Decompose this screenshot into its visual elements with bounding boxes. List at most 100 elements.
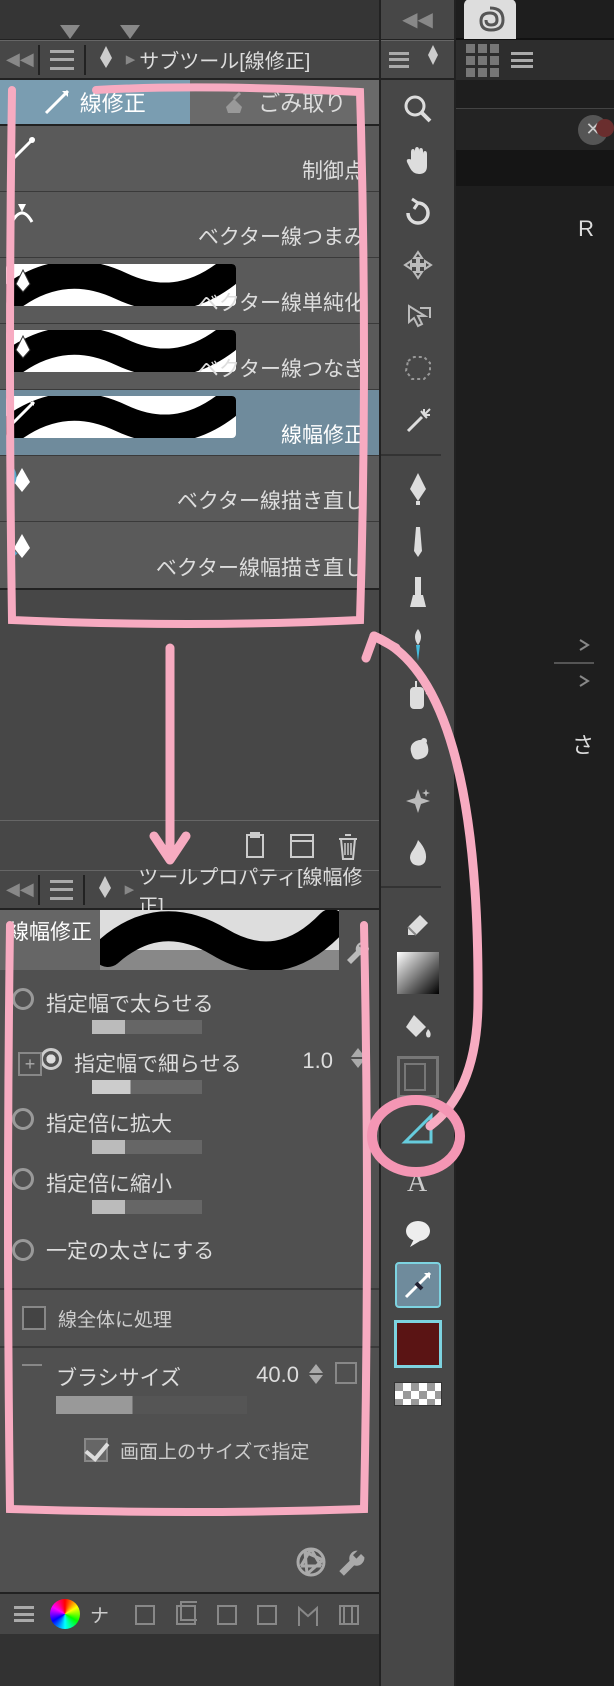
subtool-item-control-point[interactable]: 制御点 xyxy=(0,126,379,192)
specify-on-screen-row[interactable]: 画面上のサイズで指定 xyxy=(12,1428,367,1472)
chevron-right-icon[interactable] xyxy=(577,674,591,688)
panel-menu-icon[interactable] xyxy=(389,52,409,68)
panel-menu-icon[interactable] xyxy=(50,50,74,70)
tool-property-settings-icon[interactable] xyxy=(339,910,379,970)
pen-header-icon xyxy=(425,45,441,75)
text-icon[interactable]: A xyxy=(395,1158,441,1204)
tp-aperture-icon[interactable] xyxy=(293,1544,329,1586)
tp-wrench-icon[interactable] xyxy=(337,1546,369,1584)
brush-size-slider[interactable] xyxy=(56,1396,247,1414)
subtool-panel-title: サブツール[線修正] xyxy=(139,45,310,74)
deco-brush-icon[interactable] xyxy=(395,726,441,772)
option-thin-by-width[interactable]: + 指定幅で細らせる 1.0 xyxy=(12,1046,367,1106)
option-mini-slider[interactable] xyxy=(92,1020,202,1034)
subtool-item-line-width[interactable]: 線幅修正 xyxy=(0,390,379,456)
svg-text:A: A xyxy=(407,1167,428,1197)
panel-menu-icon[interactable] xyxy=(50,880,73,900)
mini-stack3-icon[interactable] xyxy=(216,1600,238,1628)
frame-icon[interactable] xyxy=(395,1054,441,1100)
eraser-tool-icon[interactable] xyxy=(395,898,441,944)
pencil-icon[interactable] xyxy=(395,518,441,564)
move-tool-icon[interactable] xyxy=(395,242,441,288)
sparkle-icon[interactable] xyxy=(395,778,441,824)
radio-icon[interactable] xyxy=(12,1239,34,1261)
checkbox-icon[interactable] xyxy=(22,1306,46,1330)
option-mini-slider[interactable] xyxy=(92,1140,202,1154)
mini-stack1-icon[interactable] xyxy=(134,1600,156,1628)
option-scale-up[interactable]: 指定倍に拡大 xyxy=(12,1106,367,1166)
delete-subtool-icon[interactable] xyxy=(331,829,365,863)
radio-icon[interactable] xyxy=(40,1048,62,1070)
paste-subtool-icon[interactable] xyxy=(239,829,273,863)
vt-collapse[interactable]: ◀◀ xyxy=(381,0,454,40)
radio-icon[interactable] xyxy=(12,1168,34,1190)
list-view-icon[interactable] xyxy=(511,52,533,68)
option-mini-slider[interactable] xyxy=(92,1080,202,1094)
tab-line-correct[interactable]: 線修正 xyxy=(0,80,190,124)
fill-icon[interactable] xyxy=(395,1002,441,1048)
process-whole-line-row[interactable]: 線全体に処理 xyxy=(12,1296,367,1340)
subtool-item-label: ベクター線幅描き直し xyxy=(156,552,365,582)
subtool-item-vector-simplify[interactable]: ベクター線単純化 xyxy=(0,258,379,324)
new-subtool-icon[interactable] xyxy=(285,829,319,863)
brush-icon[interactable] xyxy=(395,570,441,616)
spinner-icon[interactable] xyxy=(309,1364,325,1384)
airbrush-icon[interactable] xyxy=(395,674,441,720)
brush-size-linkbox-icon[interactable] xyxy=(335,1362,357,1384)
transparent-swatch[interactable] xyxy=(394,1382,442,1406)
mini-stack4-icon[interactable] xyxy=(256,1600,278,1628)
checkbox-icon[interactable] xyxy=(84,1438,108,1462)
chevron-right-icon[interactable] xyxy=(577,638,591,652)
foreground-color-swatch[interactable] xyxy=(394,1320,442,1368)
mini-stack6-icon[interactable] xyxy=(338,1600,364,1628)
subtool-item-label: ベクター線つなぎ xyxy=(198,353,365,383)
option-fixed-width[interactable]: 一定の太さにする xyxy=(12,1226,367,1274)
radio-icon[interactable] xyxy=(12,1108,34,1130)
spinner-icon[interactable] xyxy=(351,1048,367,1068)
panel-menu-icon[interactable] xyxy=(14,1606,34,1622)
checkbox-label: 画面上のサイズで指定 xyxy=(120,1437,309,1464)
lasso-icon[interactable] xyxy=(395,346,441,392)
zoom-icon[interactable] xyxy=(395,86,441,132)
record-dot-icon[interactable] xyxy=(596,119,614,137)
collapse-arrows-icon[interactable]: ◀◀ xyxy=(6,49,34,70)
pen-icon[interactable] xyxy=(395,466,441,512)
subtool-item-vector-redraw[interactable]: ベクター線描き直し xyxy=(0,456,379,522)
subtool-item-vector-width-redraw[interactable]: ベクター線幅描き直し xyxy=(0,522,379,588)
tool-category-icon[interactable] xyxy=(96,46,116,74)
rotate-icon[interactable] xyxy=(395,190,441,236)
balloon-icon[interactable] xyxy=(395,1210,441,1256)
color-wheel-icon[interactable] xyxy=(50,1599,80,1629)
gradient-icon[interactable] xyxy=(395,950,441,996)
width-value[interactable]: 1.0 xyxy=(302,1048,333,1074)
tab-label: 線修正 xyxy=(80,86,146,118)
collapse-arrows-icon[interactable]: ◀◀ xyxy=(6,879,34,900)
mini-stack2-icon[interactable] xyxy=(175,1600,197,1628)
option-mini-slider[interactable] xyxy=(92,1200,202,1214)
thumbnail-grid-icon[interactable] xyxy=(466,44,499,77)
expand-icon[interactable]: + xyxy=(18,1052,42,1076)
tab-dust-removal[interactable]: ごみ取り xyxy=(190,80,380,124)
option-thicken-by-width[interactable]: 指定幅で太らせる xyxy=(12,986,367,1046)
blend-icon[interactable] xyxy=(395,830,441,876)
menu-dropdown-arrow-icon[interactable] xyxy=(60,25,80,39)
subtool-item-label: ベクター線描き直し xyxy=(177,485,365,515)
wand-icon[interactable] xyxy=(395,398,441,444)
subtool-item-vector-connect[interactable]: ベクター線つなぎ xyxy=(0,324,379,390)
hand-icon[interactable] xyxy=(395,138,441,184)
tool-property-body: 線幅修正 指定幅で太らせる + xyxy=(0,910,379,1592)
option-scale-down[interactable]: 指定倍に縮小 xyxy=(12,1166,367,1226)
select-transform-icon[interactable] xyxy=(395,294,441,340)
ruler-icon[interactable] xyxy=(395,1106,441,1152)
mini-stack5-icon[interactable] xyxy=(297,1600,319,1628)
swirl-logo-icon[interactable] xyxy=(464,0,516,39)
line-correct-tab-icon xyxy=(44,89,70,115)
app-top-strip xyxy=(0,0,379,40)
tool-property-icon[interactable] xyxy=(95,876,115,904)
menu-dropdown-arrow-icon[interactable] xyxy=(120,25,140,39)
brush-size-value[interactable]: 40.0 xyxy=(256,1362,299,1388)
subtool-item-vector-pinch[interactable]: ベクター線つまみ xyxy=(0,192,379,258)
line-correct-tool-icon[interactable] xyxy=(395,1262,441,1308)
radio-icon[interactable] xyxy=(12,988,34,1010)
paint-brush-icon[interactable] xyxy=(395,622,441,668)
